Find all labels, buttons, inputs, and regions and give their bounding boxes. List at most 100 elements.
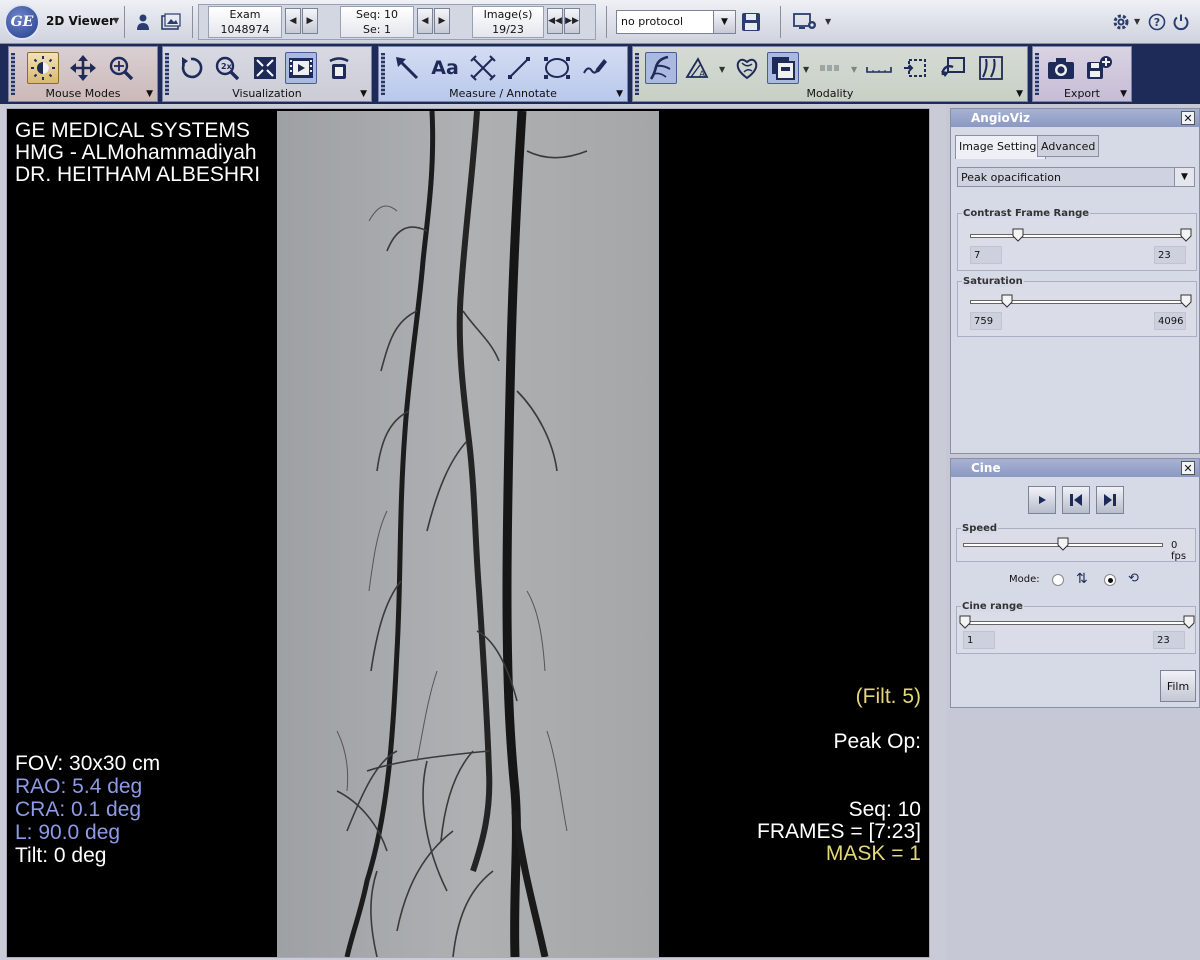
angioviz-title[interactable]: AngioViz: [951, 109, 1199, 127]
cine-range-min-value[interactable]: 1: [963, 631, 995, 649]
image-last-button[interactable]: ▶▶: [564, 8, 580, 34]
chevron-down-icon[interactable]: ▼: [713, 11, 735, 33]
pan-button[interactable]: [67, 52, 99, 84]
saturation-group: Saturation 759 4096: [957, 276, 1197, 337]
chevron-down-icon[interactable]: ▼: [825, 17, 831, 26]
vessel-analysis-icon: [979, 56, 1003, 80]
ellipse-roi-button[interactable]: [541, 52, 573, 84]
exam-prev-button[interactable]: ◀: [285, 8, 301, 34]
film-button[interactable]: Film: [1160, 670, 1196, 702]
cine-speed-label: Speed: [961, 523, 999, 534]
angioviz-mode-select[interactable]: Peak opacification ▼: [957, 167, 1195, 187]
gear-icon[interactable]: [1110, 11, 1132, 33]
zoom-icon: [109, 56, 134, 81]
ruler-icon: [866, 67, 892, 73]
zoom-2x-button[interactable]: 2x: [211, 52, 243, 84]
contrast-range-max-value[interactable]: 23: [1154, 246, 1186, 264]
vessel-analysis-button[interactable]: [975, 52, 1007, 84]
auto-pixel-shift-button[interactable]: [937, 52, 969, 84]
cine-range-slider[interactable]: [963, 621, 1189, 625]
saturation-max-value[interactable]: 4096: [1154, 312, 1186, 330]
bounce-arrows-icon: ⇅: [1076, 571, 1088, 587]
saturation-min-handle[interactable]: [1001, 294, 1013, 308]
power-icon[interactable]: [1170, 11, 1192, 33]
protocol-select[interactable]: no protocol ▼: [616, 10, 736, 34]
cine-speed-handle[interactable]: [1057, 537, 1069, 551]
stent-button[interactable]: [815, 52, 847, 84]
chevron-down-icon[interactable]: ▼: [851, 65, 857, 74]
pixel-shift-button[interactable]: [899, 52, 931, 84]
cine-range-max-handle[interactable]: [1183, 615, 1195, 629]
close-icon[interactable]: ✕: [1181, 461, 1195, 475]
rotate-button[interactable]: [175, 52, 207, 84]
step-forward-button[interactable]: [1096, 486, 1124, 514]
toolbar-group-label: Export: [1063, 87, 1100, 100]
image-browser-icon[interactable]: [160, 11, 182, 33]
step-back-icon: [1070, 494, 1082, 506]
cine-range-max-value[interactable]: 23: [1153, 631, 1185, 649]
reset-view-button[interactable]: [323, 52, 355, 84]
play-button[interactable]: [1028, 486, 1056, 514]
exam-next-button[interactable]: ▶: [302, 8, 318, 34]
angiogram-image[interactable]: [277, 111, 659, 957]
help-icon[interactable]: ?: [1146, 11, 1168, 33]
chevron-down-icon[interactable]: ▼: [1016, 89, 1023, 99]
chevron-down-icon[interactable]: ▼: [719, 65, 725, 74]
reset-icon: [329, 57, 349, 79]
chevron-down-icon[interactable]: ▼: [803, 65, 809, 74]
overlay-institution: HMG - ALMohammadiyah: [15, 141, 257, 164]
step-forward-icon: [1104, 494, 1116, 506]
chevron-down-icon[interactable]: ▼: [360, 89, 367, 99]
angioviz-button[interactable]: [645, 52, 677, 84]
tab-image-settings[interactable]: Image Settings: [955, 135, 1047, 159]
freehand-button[interactable]: [579, 52, 611, 84]
chevron-down-icon[interactable]: ▼: [1120, 89, 1127, 99]
series-label: Se: 1: [363, 23, 391, 36]
export-save-button[interactable]: [1083, 52, 1115, 84]
mode-bounce-radio[interactable]: [1052, 574, 1064, 586]
fit-to-window-button[interactable]: [249, 52, 281, 84]
chevron-down-icon[interactable]: ▼: [113, 16, 119, 25]
saturation-min-value[interactable]: 759: [970, 312, 1002, 330]
contrast-range-slider[interactable]: [970, 234, 1186, 238]
saturation-max-handle[interactable]: [1180, 294, 1192, 308]
display-settings-icon[interactable]: [792, 11, 820, 33]
snapshot-button[interactable]: [1045, 52, 1077, 84]
save-icon[interactable]: [740, 11, 762, 33]
cine-title[interactable]: Cine: [951, 459, 1199, 477]
chevron-down-icon[interactable]: ▼: [1134, 17, 1140, 26]
arrow-annotation-button[interactable]: [391, 52, 423, 84]
zoom-button[interactable]: [105, 52, 137, 84]
step-back-button[interactable]: [1062, 486, 1090, 514]
mode-loop-radio[interactable]: [1104, 574, 1116, 586]
sequence-prev-button[interactable]: ◀: [417, 8, 433, 34]
contrast-range-min-handle[interactable]: [1012, 228, 1024, 242]
play-icon: [1039, 496, 1046, 504]
sequence-next-button[interactable]: ▶: [434, 8, 450, 34]
calibration-button[interactable]: [863, 52, 895, 84]
line-measure-button[interactable]: [503, 52, 535, 84]
brightness-contrast-button[interactable]: [27, 52, 59, 84]
chevron-down-icon[interactable]: ▼: [616, 89, 623, 99]
overlay-manufacturer: GE MEDICAL SYSTEMS: [15, 119, 250, 142]
contrast-range-min-value[interactable]: 7: [970, 246, 1002, 264]
chevron-down-icon[interactable]: ▼: [1174, 168, 1194, 186]
cine-loop-button[interactable]: [285, 52, 317, 84]
patient-icon[interactable]: [132, 11, 154, 33]
ge-logo[interactable]: GE: [4, 4, 40, 40]
contrast-frame-range-group: Contrast Frame Range 7 23: [957, 208, 1197, 271]
overlay-cra: CRA: 0.1 deg: [15, 798, 142, 821]
cine-range-min-handle[interactable]: [959, 615, 971, 629]
chevron-down-icon[interactable]: ▼: [146, 89, 153, 99]
image-viewport[interactable]: GE MEDICAL SYSTEMS HMG - ALMohammadiyah …: [6, 108, 930, 958]
heart-analysis-button[interactable]: [731, 52, 763, 84]
close-icon[interactable]: ✕: [1181, 111, 1195, 125]
distance-cross-button[interactable]: [467, 52, 499, 84]
contrast-range-max-handle[interactable]: [1180, 228, 1192, 242]
app-title[interactable]: 2D Viewer: [46, 14, 115, 28]
angle-measure-button[interactable]: A: [681, 52, 713, 84]
tab-advanced[interactable]: Advanced: [1037, 135, 1100, 157]
text-annotation-button[interactable]: Aa: [429, 52, 461, 84]
mask-button[interactable]: [767, 52, 799, 84]
image-first-button[interactable]: ◀◀: [547, 8, 563, 34]
